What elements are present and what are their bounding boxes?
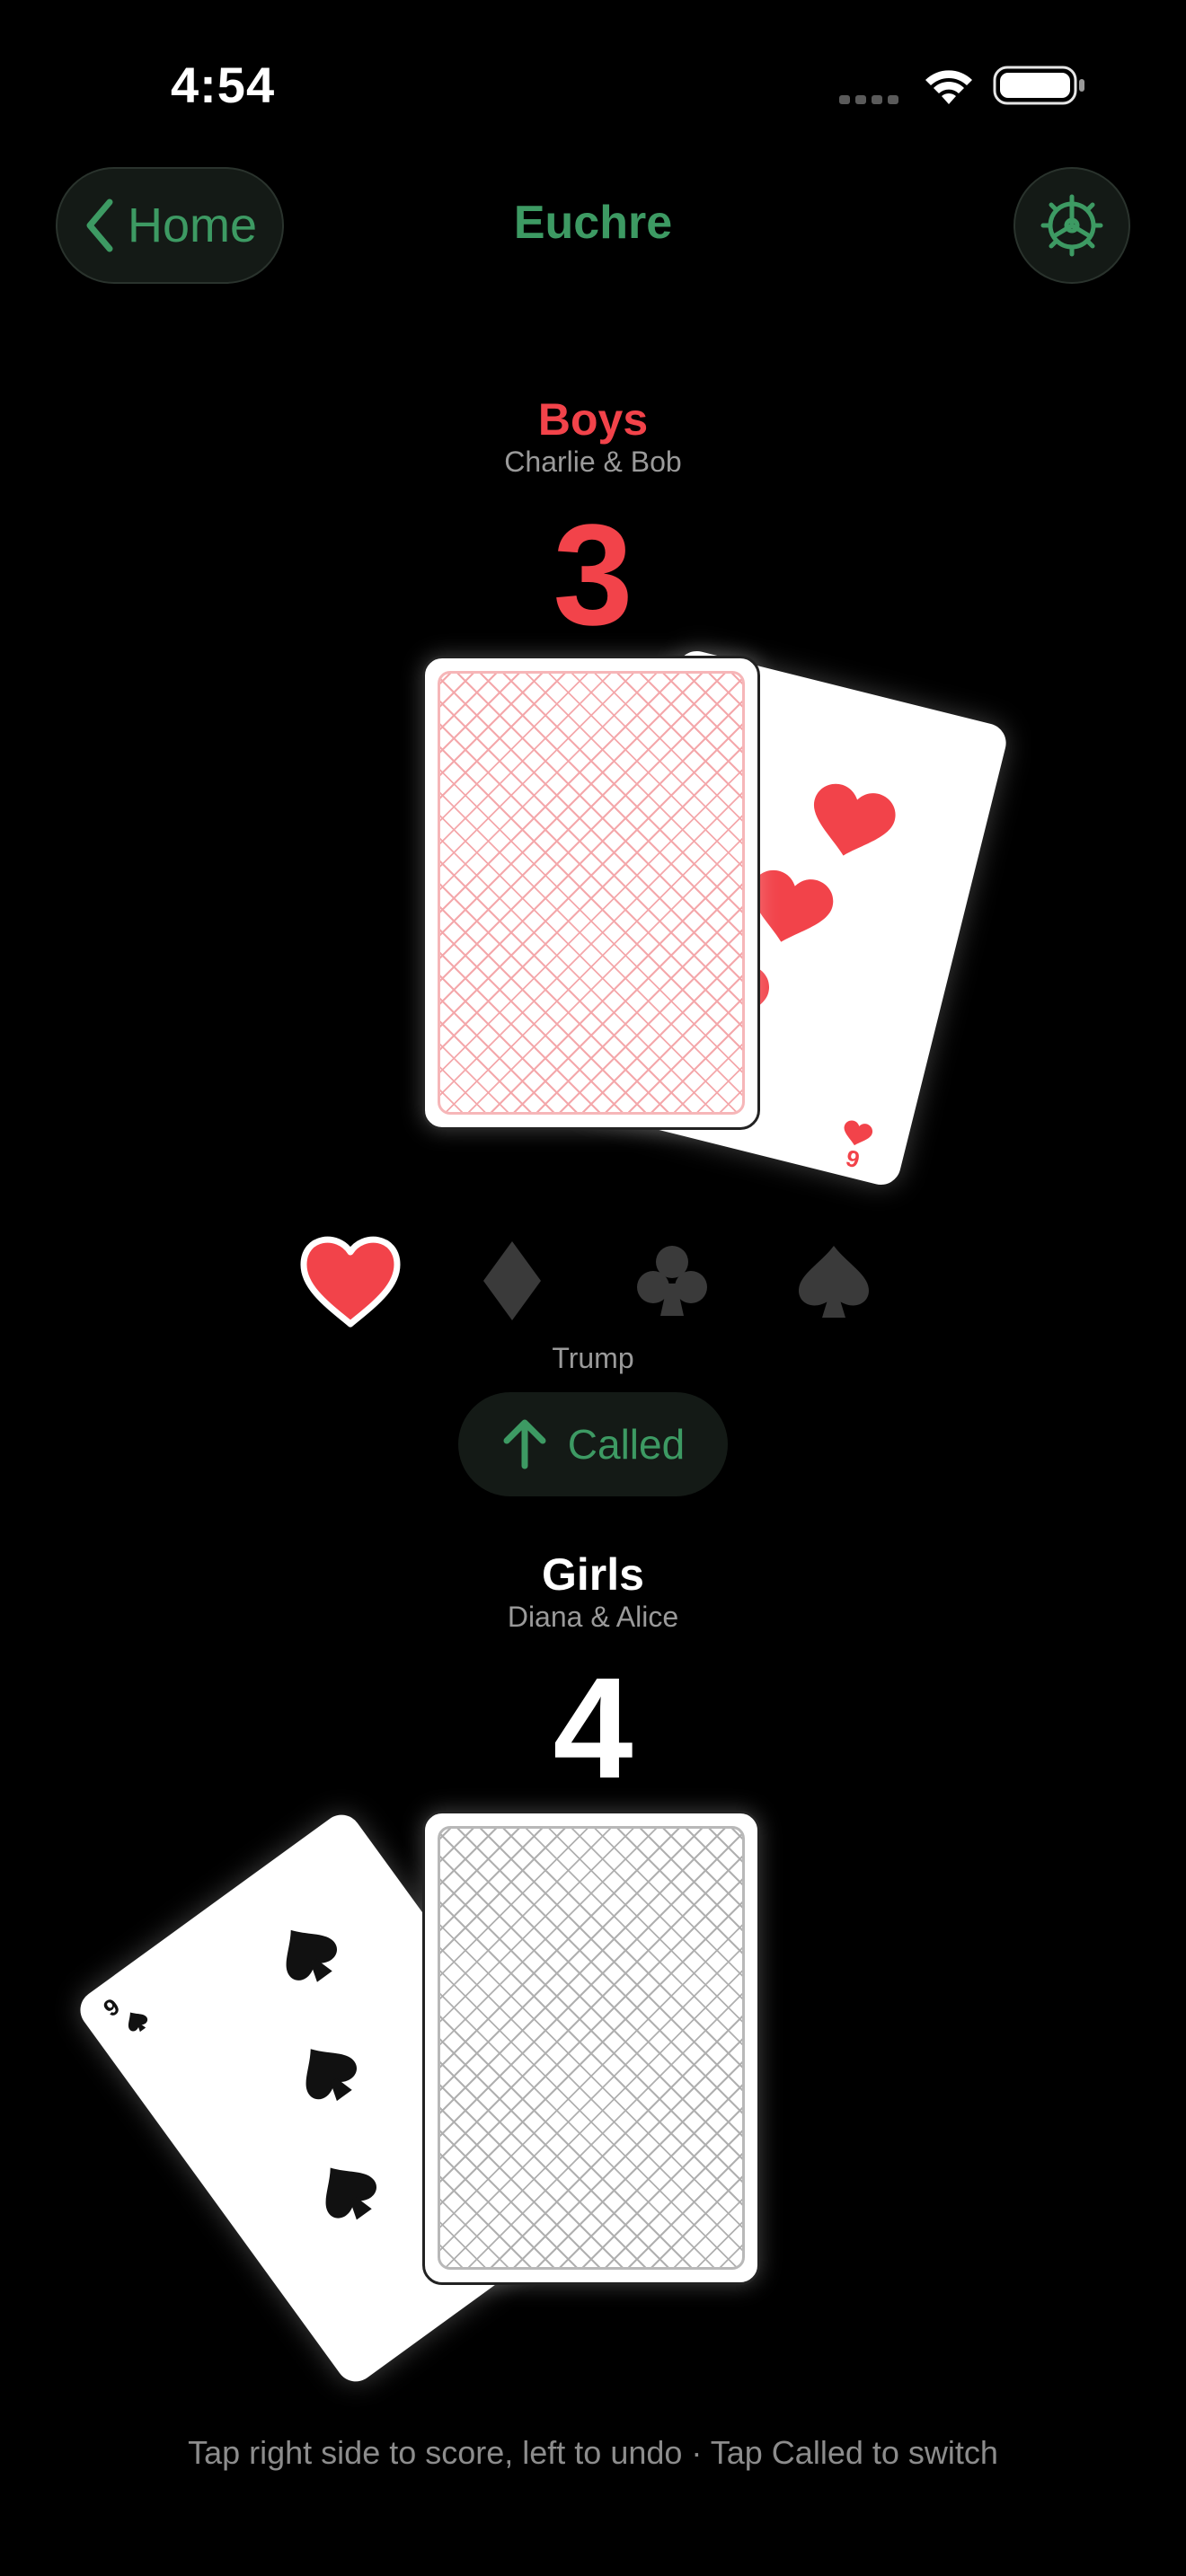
trump-diamonds-button[interactable]: [458, 1227, 566, 1335]
diamond-icon: [483, 1241, 541, 1320]
spade-icon: [799, 1246, 869, 1318]
home-label: Home: [128, 198, 258, 252]
boys-score-area[interactable]: 9: [377, 647, 1011, 1204]
spade-pip-icon: [128, 1929, 376, 2220]
status-time: 4:54: [171, 57, 276, 113]
team-score-boys: 3: [553, 494, 633, 655]
called-label: Called: [567, 1421, 686, 1468]
wifi-icon: [925, 70, 972, 104]
home-back-button[interactable]: Home: [56, 167, 284, 284]
hint-text: Tap right side to score, left to undo · …: [188, 2434, 998, 2471]
card-rank-label: 9: [844, 1144, 863, 1174]
club-icon: [637, 1246, 707, 1316]
team-name-boys: Boys: [537, 394, 649, 445]
page-title: Euchre: [513, 197, 673, 249]
girls-card-back: [422, 1811, 760, 2285]
heart-icon: [300, 1236, 401, 1328]
trump-label: Trump: [552, 1342, 634, 1374]
status-icons: [836, 63, 1087, 108]
battery-icon: [993, 66, 1084, 105]
trump-spades-button[interactable]: [780, 1227, 888, 1335]
team-players-girls: Diana & Alice: [507, 1601, 679, 1633]
girls-score-area[interactable]: 9: [72, 1796, 791, 2390]
team-players-boys: Charlie & Bob: [504, 446, 682, 478]
trump-clubs-button[interactable]: [618, 1227, 726, 1335]
team-score-girls: 4: [553, 1647, 633, 1808]
settings-button[interactable]: [1013, 167, 1130, 284]
arrow-up-icon: [503, 1419, 546, 1469]
cellular-signal-icon: [839, 95, 898, 104]
trump-hearts-button[interactable]: [296, 1227, 404, 1335]
team-name-girls: Girls: [542, 1549, 644, 1600]
called-button[interactable]: Called: [458, 1392, 728, 1496]
gear-icon: [1040, 194, 1103, 257]
boys-card-back: [422, 656, 760, 1130]
card-rank-label: 9: [98, 1992, 124, 2022]
chevron-left-icon: [86, 198, 113, 252]
